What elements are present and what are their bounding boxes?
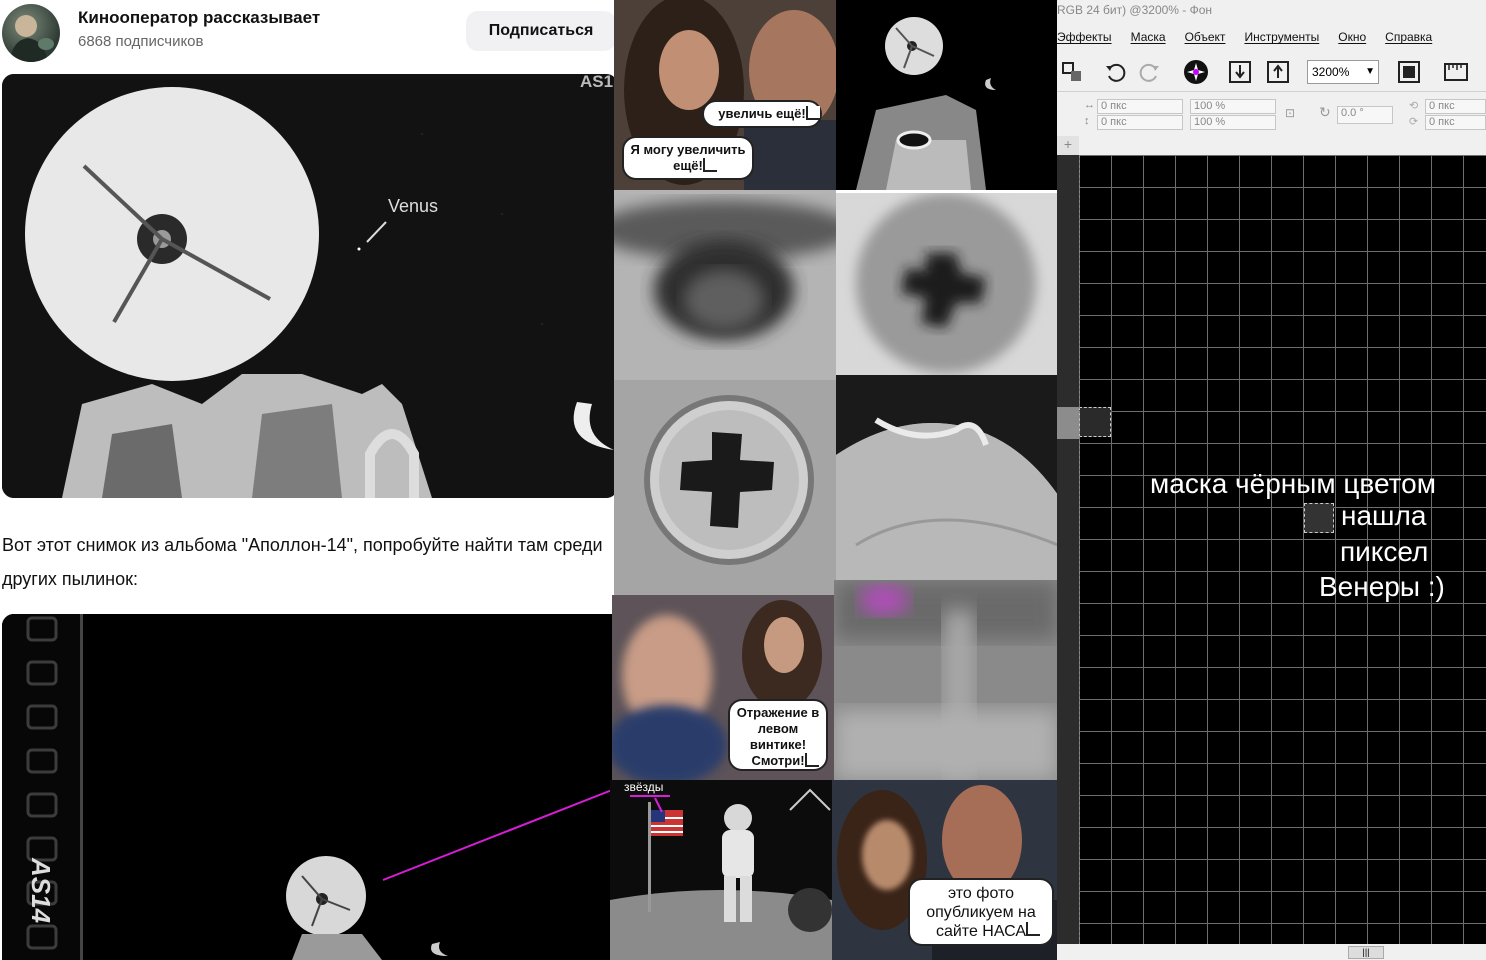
menu-item-help[interactable]: Справка — [1385, 30, 1432, 48]
zoom-select[interactable]: 3200% ▼ — [1307, 60, 1379, 84]
add-tab-icon[interactable]: + — [1057, 136, 1079, 155]
rotate-icon: ↻ — [1319, 104, 1331, 120]
annotation-line-dish — [382, 789, 613, 881]
zoom-value: 3200% — [1312, 65, 1350, 79]
chevron-down-icon[interactable]: ▼ — [1365, 61, 1375, 83]
position-x-icon: ↔ — [1084, 99, 1095, 111]
stars-label: звёзды — [624, 780, 664, 794]
menu-item-window[interactable]: Окно — [1338, 30, 1366, 48]
skew-x-icon: ⟲ — [1409, 100, 1419, 112]
speech-bubble-nasa: это фото опубликуем на сайте НАСА — [908, 878, 1054, 946]
color-mode-icon[interactable] — [1183, 59, 1209, 85]
window-title: RGB 24 бит) @3200% - Фон — [1057, 3, 1213, 17]
meme-panel-dish — [836, 0, 1058, 190]
image-editor-window: RGB 24 бит) @3200% - Фон Эффекты Маска О… — [1057, 0, 1486, 960]
undo-icon[interactable] — [1102, 59, 1128, 85]
width-percent-field[interactable]: 100 % — [1190, 99, 1276, 114]
skew-y-field[interactable]: 0 пкс — [1425, 115, 1486, 130]
caption-line-2: нашла — [1341, 500, 1427, 531]
meme-panel-screw — [614, 380, 836, 595]
meme-panel-blur-eye — [614, 190, 836, 380]
skew-x-field[interactable]: 0 пкс — [1425, 99, 1486, 114]
meme-panel-actors-3: это фото опубликуем на сайте НАСА — [832, 780, 1058, 960]
collage: Кинооператор рассказывает 6868 подписчик… — [0, 0, 1486, 960]
menu-item-effects[interactable]: Эффекты — [1057, 30, 1112, 48]
fit-screen-icon[interactable] — [1396, 59, 1422, 85]
menu-item-mask[interactable]: Маска — [1131, 30, 1166, 48]
meme-panel-blur-screw — [836, 193, 1058, 375]
toolbar-divider — [1057, 91, 1486, 92]
transform-icon[interactable] — [1059, 59, 1085, 85]
skew-y-icon: ⟳ — [1409, 116, 1419, 128]
selection-marquee[interactable] — [1079, 407, 1111, 437]
speech-bubble-enhance: увеличь ещё! — [702, 100, 822, 128]
rotation-field[interactable]: 0.0 ° — [1337, 106, 1393, 124]
menu-item-tools[interactable]: Инструменты — [1244, 30, 1319, 48]
caption-line-1: маска чёрным цветом — [1150, 468, 1436, 499]
export-icon[interactable] — [1265, 59, 1291, 85]
meme-panel-actors-1: увеличь ещё! Я могу увеличить ещё! — [614, 0, 836, 190]
meme-panel-actors-2: Отражение в левом винтике! Смотри! — [612, 595, 834, 780]
meme-panel-screw-macro — [836, 375, 1058, 580]
meme-panel-astronaut: звёзды — [610, 780, 832, 960]
position-x-field[interactable]: 0 пкс — [1097, 99, 1183, 114]
scrollbar-thumb[interactable]: ||| — [1348, 946, 1384, 959]
status-bar: ||| — [1057, 944, 1486, 960]
venus-pixel[interactable] — [1304, 503, 1334, 533]
height-percent-field[interactable]: 100 % — [1190, 115, 1276, 130]
canvas-edge-dashed — [1079, 155, 1080, 945]
speech-bubble-can-enhance: Я могу увеличить ещё! — [622, 136, 754, 180]
redo-icon[interactable] — [1137, 59, 1163, 85]
position-y-icon: ↕ — [1084, 115, 1090, 127]
position-y-field[interactable]: 0 пкс — [1097, 115, 1183, 130]
highlight-pixel-strip — [1057, 407, 1079, 439]
speech-bubble-reflection: Отражение в левом винтике! Смотри! — [728, 699, 828, 771]
caption-line-4: Венеры :) — [1319, 571, 1445, 602]
caption-line-3: пиксел — [1340, 536, 1429, 567]
meme-panel-blur-pixel — [834, 580, 1058, 780]
lock-icon[interactable]: ⊡ — [1285, 106, 1295, 120]
import-icon[interactable] — [1227, 59, 1253, 85]
menu-bar: Эффекты Маска Объект Инструменты Окно Сп… — [1057, 30, 1451, 48]
canvas-left-strip — [1057, 155, 1079, 945]
ruler-icon[interactable] — [1443, 59, 1469, 85]
menu-item-object[interactable]: Объект — [1185, 30, 1226, 48]
